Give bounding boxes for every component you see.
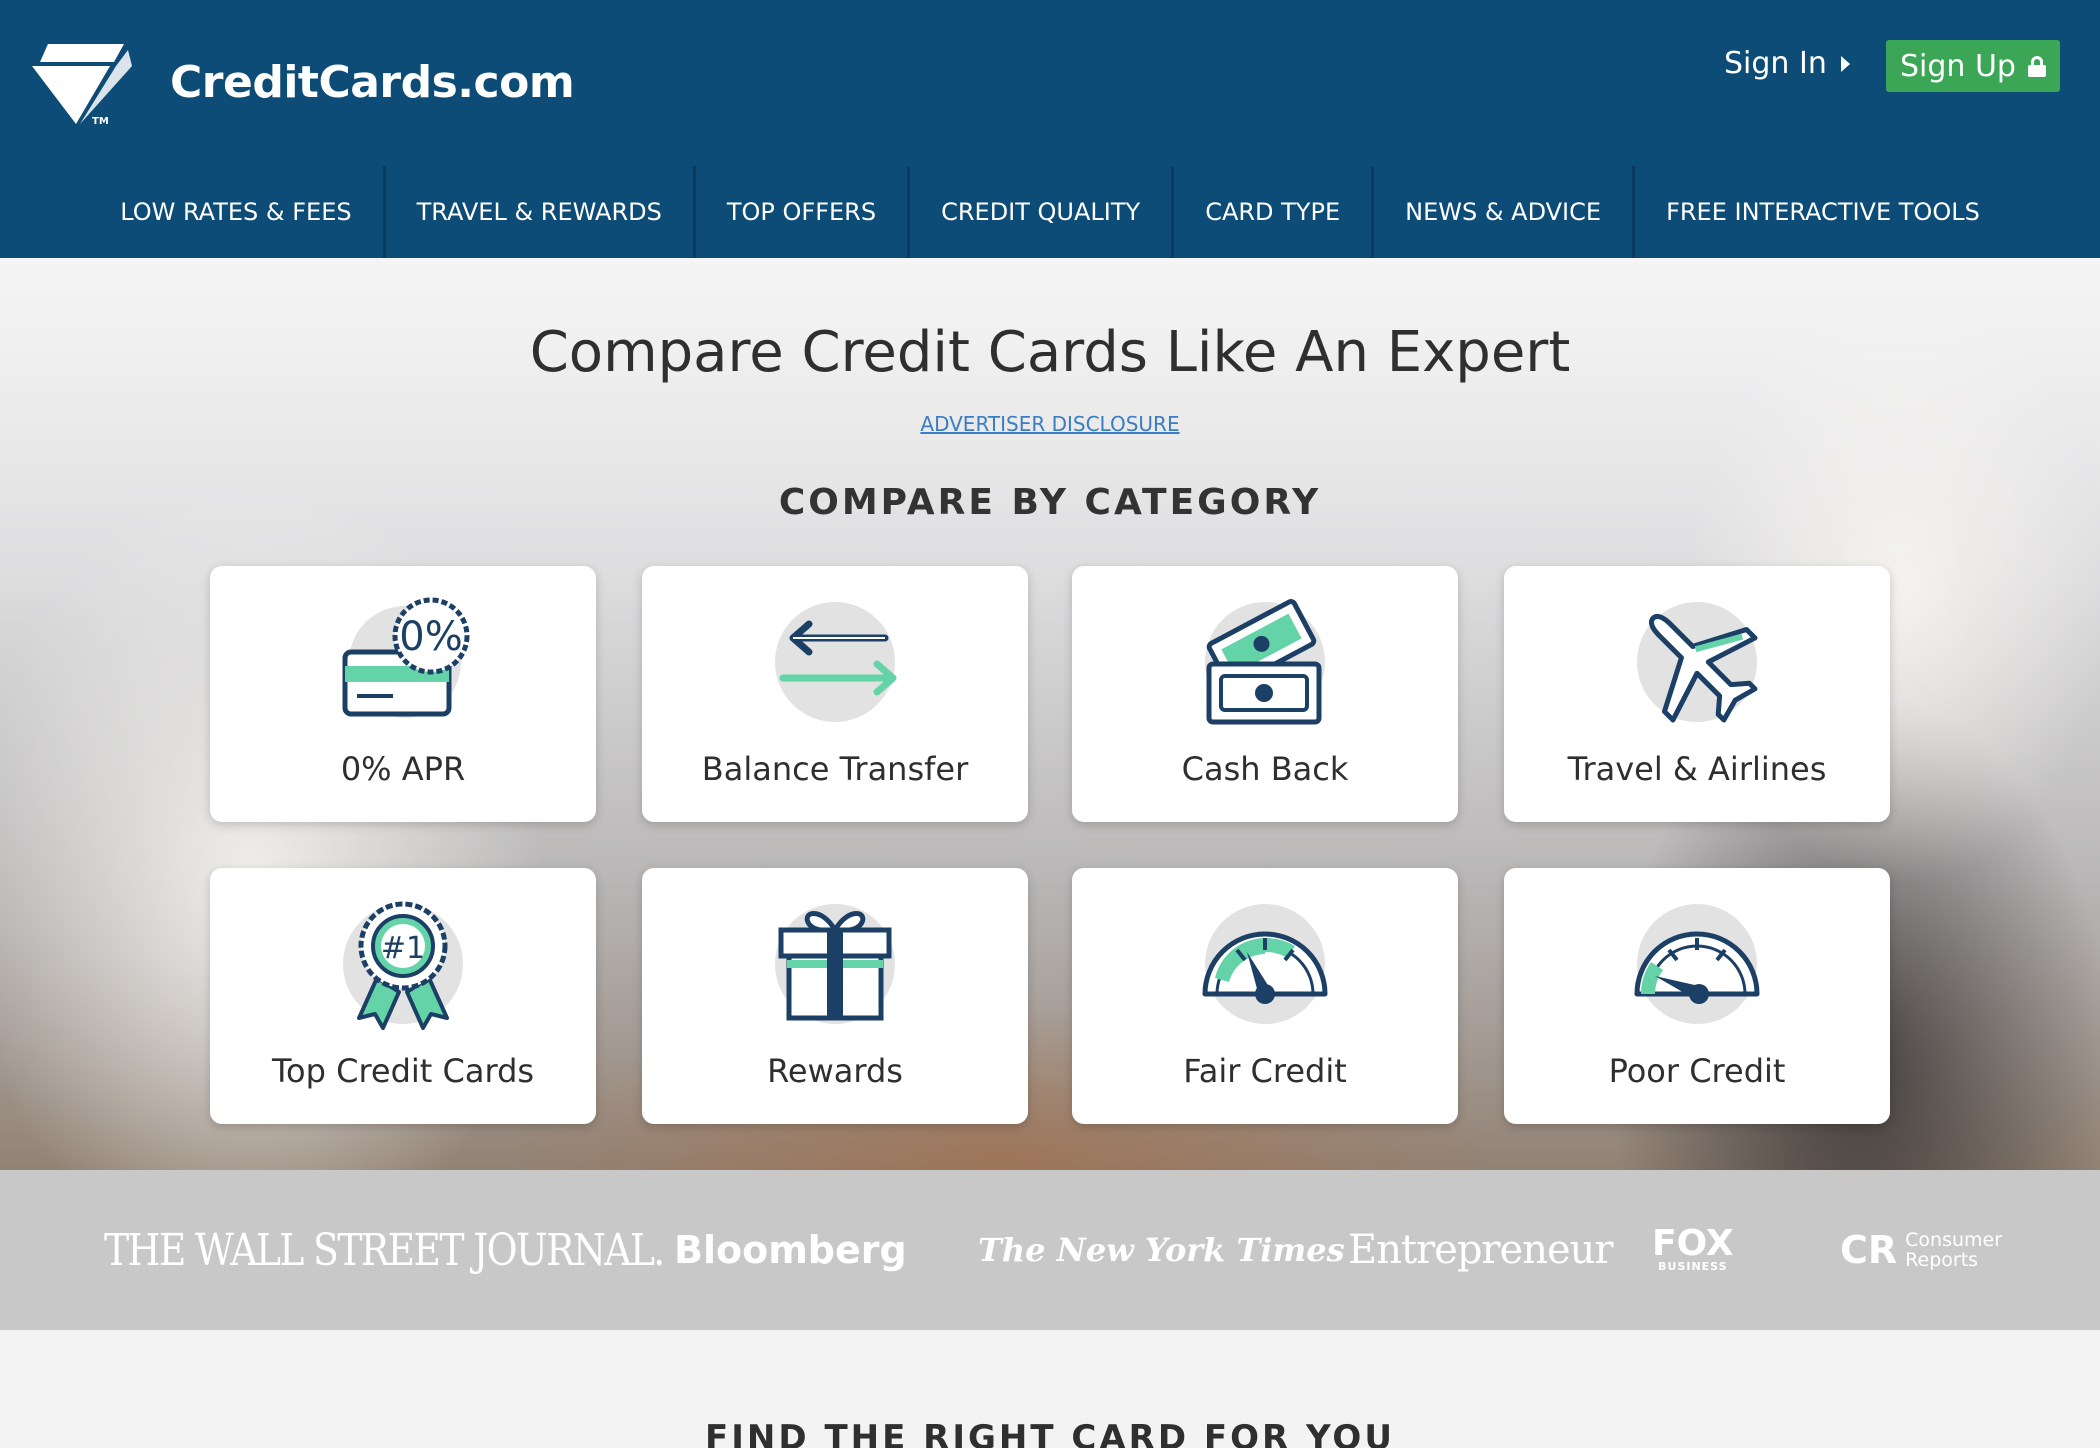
press-logo-entrepreneur: Entrepreneur [1348, 1227, 1614, 1273]
press-logo-consumer-reports: CR Consumer Reports [1840, 1170, 2002, 1330]
press-logo-fox-business: FOX BUSINESS [1652, 1170, 1734, 1330]
transfer-arrows-icon [775, 602, 897, 722]
press-logo-nyt: The New York Times [978, 1231, 1345, 1269]
fox-business-wordmark: BUSINESS [1658, 1260, 1728, 1273]
category-tile-fair-credit[interactable]: Fair Credit [1072, 868, 1458, 1124]
category-label: Top Credit Cards [271, 1052, 535, 1090]
category-tile-travel-airlines[interactable]: Travel & Airlines [1504, 566, 1890, 822]
nav-item-top-offers[interactable]: TOP OFFERS [696, 166, 911, 258]
category-label: Travel & Airlines [1567, 750, 1827, 788]
cr-mark: CR [1840, 1228, 1898, 1272]
trademark-mark: TM [92, 116, 109, 127]
cr-wordmark: Consumer Reports [1905, 1230, 2002, 1270]
site-logo[interactable]: TM CreditCards.com [28, 36, 575, 128]
site-header: TM CreditCards.com Sign In Sign Up LOW R… [0, 0, 2100, 258]
category-label: Rewards [767, 1052, 903, 1090]
category-tile-rewards[interactable]: Rewards [642, 868, 1028, 1124]
page-title: Compare Credit Cards Like An Expert [529, 320, 1571, 385]
press-logo-bloomberg: Bloomberg [674, 1228, 907, 1272]
press-logos-bar: THE WALL STREET JOURNAL. Bloomberg The N… [0, 1170, 2100, 1330]
nav-item-credit-quality[interactable]: CREDIT QUALITY [910, 166, 1175, 258]
category-tile-balance-transfer[interactable]: Balance Transfer [642, 566, 1028, 822]
category-label: Poor Credit [1608, 1052, 1786, 1090]
cr-word-consumer: Consumer [1905, 1229, 2003, 1251]
sign-in-link[interactable]: Sign In [1724, 46, 1850, 81]
zero-percent-badge: 0% [399, 614, 462, 660]
caret-right-icon [1840, 55, 1850, 72]
sign-in-label: Sign In [1724, 46, 1827, 81]
category-label: Fair Credit [1183, 1052, 1347, 1090]
award-ribbon-icon: #1 [343, 901, 463, 1030]
gift-icon [775, 904, 895, 1024]
gauge-fair-icon [1202, 904, 1328, 1024]
nav-item-news-advice[interactable]: NEWS & ADVICE [1374, 166, 1636, 258]
category-heading: COMPARE BY CATEGORY [778, 482, 1322, 523]
airplane-icon [1637, 602, 1758, 723]
lock-icon [2027, 56, 2046, 77]
brand-name: CreditCards.com [170, 56, 575, 108]
hero-section: Compare Credit Cards Like An Expert ADVE… [0, 258, 2100, 1170]
nav-item-free-tools[interactable]: FREE INTERACTIVE TOOLS [1635, 166, 2011, 258]
nav-item-travel-rewards[interactable]: TRAVEL & REWARDS [386, 166, 696, 258]
nav-item-card-type[interactable]: CARD TYPE [1174, 166, 1375, 258]
category-tile-cash-back[interactable]: Cash Back [1072, 566, 1458, 822]
zero-percent-card-icon: 0% [342, 597, 470, 718]
category-label: Cash Back [1181, 750, 1349, 788]
category-label: 0% APR [340, 750, 466, 788]
advertiser-disclosure-link[interactable]: ADVERTISER DISCLOSURE [0, 412, 2100, 436]
nav-item-low-rates-fees[interactable]: LOW RATES & FEES [89, 166, 386, 258]
category-tile-top-credit-cards[interactable]: #1 Top Credit Cards [210, 868, 596, 1124]
main-nav: LOW RATES & FEES TRAVEL & REWARDS TOP OF… [0, 166, 2100, 258]
number-one-badge: #1 [381, 931, 425, 966]
cr-word-reports: Reports [1905, 1249, 1979, 1271]
sign-up-button[interactable]: Sign Up [1886, 40, 2060, 92]
press-logo-wsj: THE WALL STREET JOURNAL. [104, 1224, 665, 1276]
cash-icon [1205, 599, 1325, 725]
section-heading-find-card: FIND THE RIGHT CARD FOR YOU [705, 1418, 1395, 1448]
logo-card-icon: TM [28, 36, 148, 128]
sign-up-label: Sign Up [1900, 48, 2016, 84]
gauge-poor-icon [1634, 904, 1760, 1024]
category-label: Balance Transfer [701, 750, 969, 788]
category-tile-poor-credit[interactable]: Poor Credit [1504, 868, 1890, 1124]
fox-wordmark: FOX [1652, 1223, 1734, 1264]
category-tile-0-apr[interactable]: 0% 0% APR [210, 566, 596, 822]
